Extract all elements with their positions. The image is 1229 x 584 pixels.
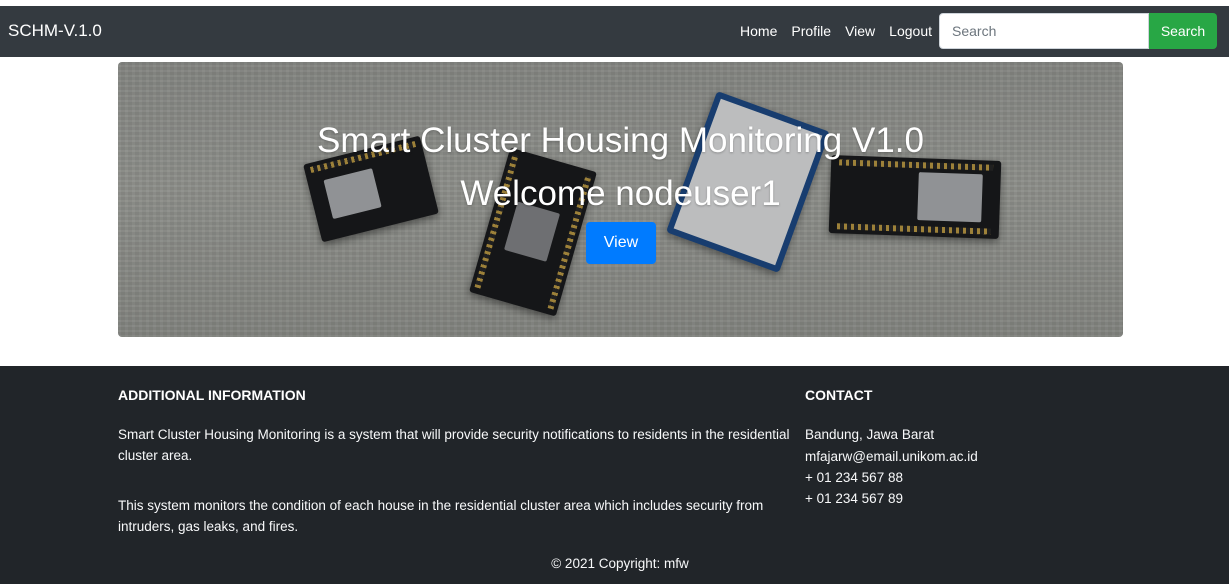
copyright-text: © 2021 Copyright: mfw (551, 556, 689, 571)
contact-heading: CONTACT (805, 387, 873, 403)
nav-link-logout[interactable]: Logout (882, 22, 932, 40)
nav-links: Home Profile View Logout (733, 22, 932, 40)
contact-phone-1: + 01 234 567 88 (805, 470, 903, 485)
hero-welcome-text: Welcome nodeuser1 (460, 174, 781, 213)
additional-info-paragraph-1: Smart Cluster Housing Monitoring is a sy… (118, 427, 790, 463)
search-input[interactable] (939, 13, 1149, 49)
additional-info-paragraph-2: This system monitors the condition of ea… (118, 498, 764, 534)
view-button[interactable]: View (586, 222, 656, 264)
footer: ADDITIONAL INFORMATION Smart Cluster Hou… (0, 366, 1229, 584)
brand-link[interactable]: SCHM-V.1.0 (8, 20, 102, 42)
hero-title: Smart Cluster Housing Monitoring V1.0 (317, 121, 924, 160)
hero-banner: Smart Cluster Housing Monitoring V1.0 We… (118, 62, 1123, 337)
additional-info-heading: ADDITIONAL INFORMATION (118, 387, 306, 403)
contact-email: mfajarw@email.unikom.ac.id (805, 449, 978, 464)
nav-link-profile[interactable]: Profile (784, 22, 838, 40)
contact-phone-2: + 01 234 567 89 (805, 491, 903, 506)
navbar: SCHM-V.1.0 Home Profile View Logout Sear… (0, 6, 1229, 57)
nav-link-home[interactable]: Home (733, 22, 784, 40)
contact-location: Bandung, Jawa Barat (805, 427, 935, 442)
nav-link-view[interactable]: View (838, 22, 882, 40)
search-button[interactable]: Search (1149, 13, 1217, 49)
